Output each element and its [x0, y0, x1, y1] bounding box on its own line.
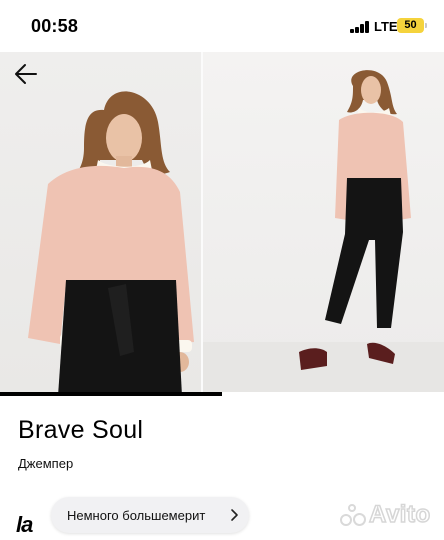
chevron-right-icon: [231, 509, 238, 521]
battery-tip: [425, 23, 427, 28]
back-button[interactable]: [12, 60, 40, 88]
signal-bars-icon: [350, 21, 370, 33]
gallery-progress-fill: [0, 392, 222, 396]
avito-wordmark: Avito: [368, 500, 431, 529]
brand-logo: la: [16, 512, 33, 537]
network-type: LTE: [374, 19, 398, 34]
photo-gallery[interactable]: [0, 52, 444, 396]
product-photo-1[interactable]: [0, 52, 201, 396]
gallery-progress-track: [0, 392, 444, 396]
size-feedback-chip[interactable]: Немного большемерит: [51, 497, 249, 533]
product-photo-2[interactable]: [203, 52, 444, 396]
battery-icon: 50: [397, 18, 424, 33]
listing-category[interactable]: Джемпер: [18, 456, 73, 471]
avito-dots-icon: [338, 502, 366, 528]
status-bar: 00:58 LTE 50: [0, 0, 444, 52]
chip-label: Немного большемерит: [67, 508, 206, 523]
avito-watermark: Avito: [338, 500, 431, 530]
status-time: 00:58: [31, 16, 79, 36]
listing-title: Brave Soul: [18, 416, 144, 444]
arrow-left-icon: [15, 64, 37, 84]
